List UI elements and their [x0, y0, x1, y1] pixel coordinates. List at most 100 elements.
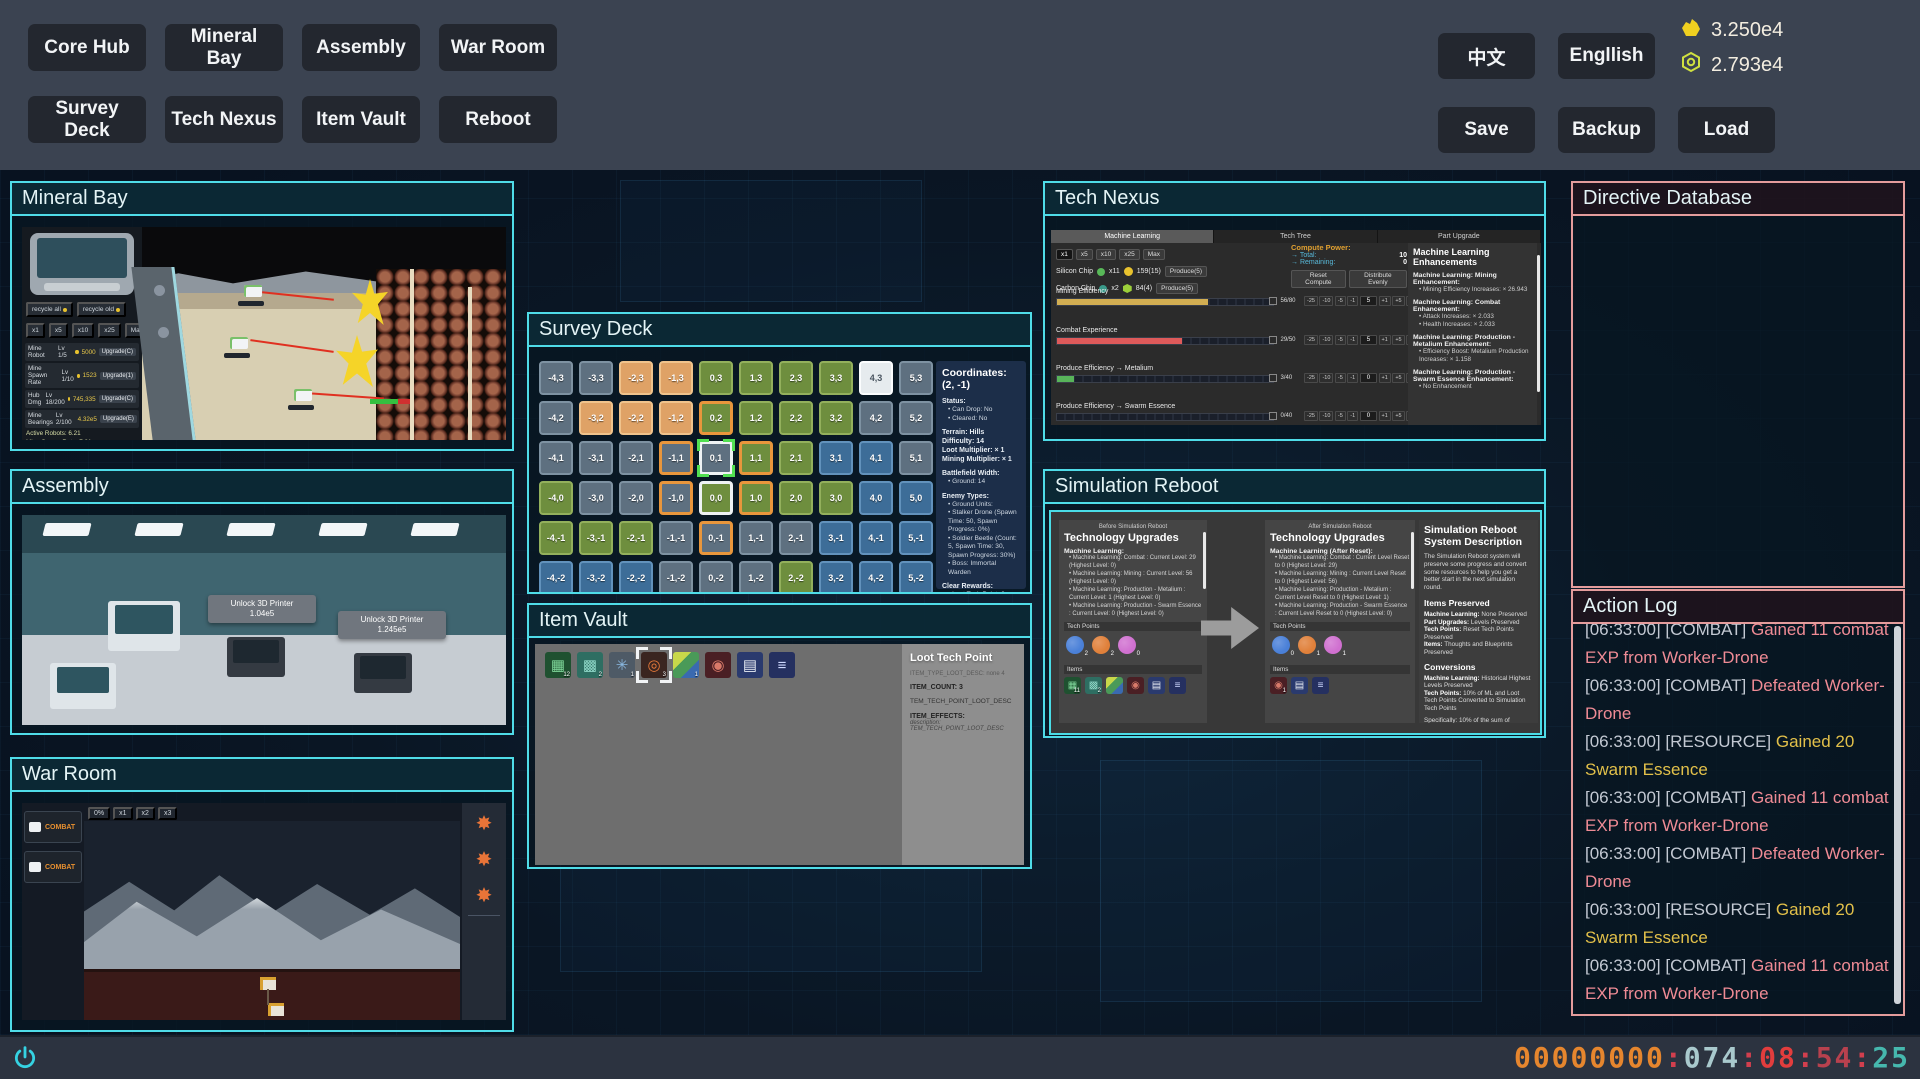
gear-item-icon[interactable]: ✳ 1	[609, 652, 635, 678]
survey-tile--2--1[interactable]: -2,-1	[619, 521, 653, 555]
mineral-bay-preview[interactable]: recycle all recycle old x1 x5 x10 x25 Max Min…	[22, 227, 506, 440]
assembly-preview[interactable]: Unlock 3D Printer 1.04e5 Unlock 3D Print…	[22, 515, 506, 725]
card-item-icon[interactable]: ▤	[1291, 677, 1308, 694]
step-5[interactable]: -5	[1334, 335, 1346, 345]
survey-tile--4-1[interactable]: -4,1	[539, 441, 573, 475]
survey-tile-2--1[interactable]: 2,-1	[779, 521, 813, 555]
step-5[interactable]: -5	[1334, 296, 1346, 306]
survey-tile-0-3[interactable]: 0,3	[699, 361, 733, 395]
survey-tile-4--2[interactable]: 4,-2	[859, 561, 893, 592]
lang-engllish-button[interactable]: Engllish	[1558, 33, 1655, 79]
survey-tile--2-3[interactable]: -2,3	[619, 361, 653, 395]
circuit-item-icon[interactable]: ▦ 12	[545, 652, 571, 678]
upgrade-button[interactable]: Upgrade(C)	[98, 348, 136, 356]
survey-tile-3--1[interactable]: 3,-1	[819, 521, 853, 555]
step-1[interactable]: -1	[1347, 373, 1359, 383]
survey-tile--4-0[interactable]: -4,0	[539, 481, 573, 515]
step-1[interactable]: -1	[1347, 411, 1359, 421]
step-25[interactable]: -25	[1304, 296, 1318, 306]
card-item-icon[interactable]: ▤	[737, 652, 763, 678]
survey-tile-2--2[interactable]: 2,-2	[779, 561, 813, 592]
mult-x5[interactable]: x5	[48, 323, 68, 338]
survey-tile-3-1[interactable]: 3,1	[819, 441, 853, 475]
nav-survey-deck[interactable]: Survey Deck	[28, 96, 146, 143]
survey-tile--4--2[interactable]: -4,-2	[539, 561, 573, 592]
step-10[interactable]: -10	[1319, 296, 1334, 306]
survey-tile-2-2[interactable]: 2,2	[779, 401, 813, 435]
survey-tile--3--1[interactable]: -3,-1	[579, 521, 613, 555]
assembly-machine-locked[interactable]	[354, 653, 412, 693]
survey-tile--2--2[interactable]: -2,-2	[619, 561, 653, 592]
card-item-icon[interactable]: ▤	[1148, 677, 1165, 694]
allocation-checkbox[interactable]	[1269, 336, 1277, 344]
survey-tile--1--1[interactable]: -1,-1	[659, 521, 693, 555]
step-1[interactable]: +1	[1378, 411, 1391, 421]
survey-tile-5-2[interactable]: 5,2	[899, 401, 933, 435]
survey-tile-1--2[interactable]: 1,-2	[739, 561, 773, 592]
nav-tech-nexus[interactable]: Tech Nexus	[165, 96, 283, 143]
step-5[interactable]: +5	[1392, 411, 1405, 421]
survey-tile-0-2[interactable]: 0,2	[699, 401, 733, 435]
step-1[interactable]: -1	[1347, 335, 1359, 345]
tab-machine-learning[interactable]: Machine Learning	[1051, 230, 1215, 243]
survey-tile-4-2[interactable]: 4,2	[859, 401, 893, 435]
survey-tile-3-3[interactable]: 3,3	[819, 361, 853, 395]
power-button[interactable]	[12, 1045, 38, 1071]
survey-tile-3-0[interactable]: 3,0	[819, 481, 853, 515]
war-toolbar-0[interactable]: 0%	[88, 807, 111, 820]
nav-item-vault[interactable]: Item Vault	[302, 96, 420, 143]
grid-item-icon[interactable]: ▩ 2	[1085, 677, 1102, 694]
survey-tile-2-0[interactable]: 2,0	[779, 481, 813, 515]
step-5[interactable]: -5	[1334, 411, 1346, 421]
survey-tile-5--2[interactable]: 5,-2	[899, 561, 933, 592]
tab-part-upgrade[interactable]: Part Upgrade	[1377, 230, 1541, 243]
survey-tile-5-0[interactable]: 5,0	[899, 481, 933, 515]
survey-tile--4-2[interactable]: -4,2	[539, 401, 573, 435]
tech-mult-max[interactable]: Max	[1142, 249, 1165, 260]
survey-tile--1-2[interactable]: -1,2	[659, 401, 693, 435]
war-room-preview[interactable]: COMBAT COMBAT 0% x1 x2 x3 ✸ ✸ ✸	[22, 803, 506, 1020]
produce-button[interactable]: Produce(5)	[1164, 266, 1208, 277]
allocation-checkbox[interactable]	[1269, 297, 1277, 305]
step-1[interactable]: +1	[1378, 296, 1391, 306]
survey-tile--4--1[interactable]: -4,-1	[539, 521, 573, 555]
survey-tile-4--1[interactable]: 4,-1	[859, 521, 893, 555]
backup-button[interactable]: Backup	[1558, 107, 1655, 153]
survey-tile-1-3[interactable]: 1,3	[739, 361, 773, 395]
survey-tile--3-2[interactable]: -3,2	[579, 401, 613, 435]
reboot-preview[interactable]: Before Simulation Reboot Technology Upgra…	[1049, 510, 1542, 735]
tech-mult-x5[interactable]: x5	[1075, 249, 1093, 260]
nav-mineral-bay[interactable]: Mineral Bay	[165, 24, 283, 71]
survey-tile-4-3[interactable]: 4,3	[859, 361, 893, 395]
survey-tile-4-1[interactable]: 4,1	[859, 441, 893, 475]
survey-tile-4-0[interactable]: 4,0	[859, 481, 893, 515]
nav-reboot[interactable]: Reboot	[439, 96, 557, 143]
step-25[interactable]: -25	[1304, 373, 1318, 383]
survey-tile-1--1[interactable]: 1,-1	[739, 521, 773, 555]
step-1[interactable]: +1	[1378, 373, 1391, 383]
scrollbar-thumb[interactable]	[1894, 626, 1901, 1005]
allocation-checkbox[interactable]	[1269, 412, 1277, 420]
produce-button[interactable]: Produce(5)	[1156, 283, 1199, 294]
survey-tile-3--2[interactable]: 3,-2	[819, 561, 853, 592]
survey-tile--1-1[interactable]: -1,1	[659, 441, 693, 475]
mult-x25[interactable]: x25	[98, 323, 121, 338]
donut-item-icon[interactable]: ◎ 3	[636, 647, 672, 683]
upgrade-button[interactable]: Upgrade(1)	[99, 371, 136, 380]
dash-item-icon[interactable]: ≡	[1312, 677, 1329, 694]
load-button[interactable]: Load	[1678, 107, 1775, 153]
circuit-item-icon[interactable]: ▦ 11	[1064, 677, 1081, 694]
survey-tile--4-3[interactable]: -4,3	[539, 361, 573, 395]
combat-unit-card[interactable]: COMBAT	[24, 811, 82, 843]
step-10[interactable]: -10	[1319, 411, 1334, 421]
assembly-machine-locked[interactable]	[227, 637, 285, 677]
step-10[interactable]: -10	[1319, 335, 1334, 345]
survey-tile-0--1[interactable]: 0,-1	[699, 521, 733, 555]
step-10[interactable]: -10	[1319, 373, 1334, 383]
book-item-icon[interactable]: ◉ 1	[1270, 677, 1287, 694]
combat-unit-card[interactable]: COMBAT	[24, 851, 82, 883]
scrollbar-thumb[interactable]	[1537, 255, 1540, 392]
upgrade-button[interactable]: Upgrade(C)	[98, 395, 136, 403]
tab-tech-tree[interactable]: Tech Tree	[1214, 230, 1378, 243]
survey-tile--1--2[interactable]: -1,-2	[659, 561, 693, 592]
